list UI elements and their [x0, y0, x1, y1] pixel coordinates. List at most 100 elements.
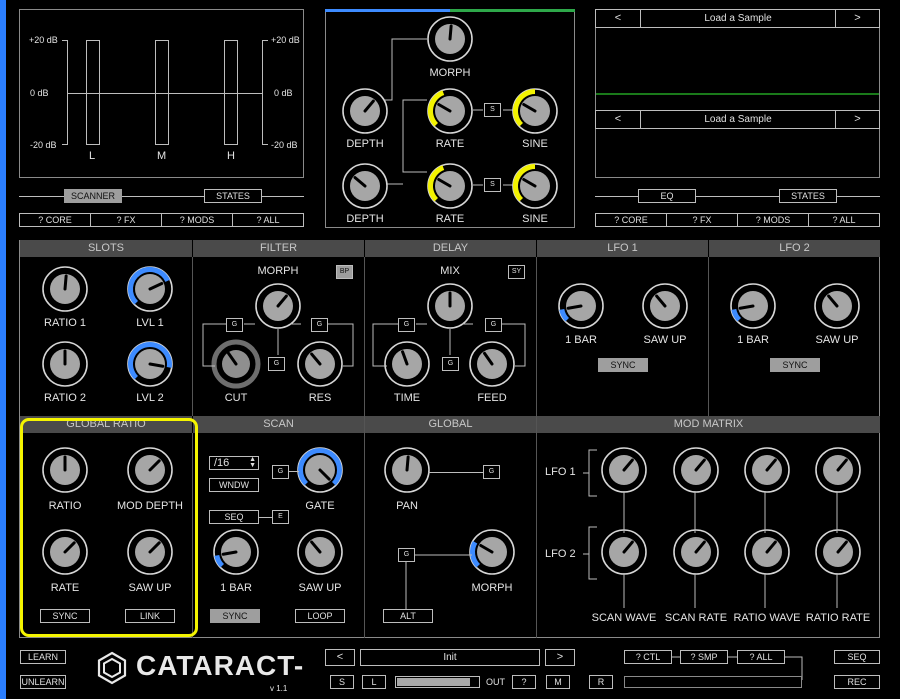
rate1-knob[interactable]: [426, 87, 474, 135]
meter-zero-overlay: [68, 93, 262, 94]
sample1-name[interactable]: Load a Sample: [640, 9, 836, 28]
seq-button[interactable]: SEQ: [834, 650, 880, 664]
scan-division-select[interactable]: /16 ▲ ▼: [209, 456, 259, 470]
sample2-next-button[interactable]: >: [835, 110, 880, 129]
tab-scanner[interactable]: SCANNER: [64, 189, 122, 203]
filter-g-right[interactable]: G: [311, 318, 328, 332]
scan-seq-line: [259, 517, 272, 518]
rate1-label: RATE: [435, 138, 465, 150]
help-core-left[interactable]: ? CORE: [19, 213, 91, 227]
header-slots: SLOTS: [20, 240, 193, 257]
morph-knob[interactable]: [426, 15, 474, 63]
depth2-knob[interactable]: [341, 162, 389, 210]
help-mods-left[interactable]: ? MODS: [161, 213, 233, 227]
sine1-knob[interactable]: [511, 87, 559, 135]
load-button[interactable]: L: [362, 675, 386, 689]
window-accent-bar: [0, 0, 6, 699]
sample2-prev-button[interactable]: <: [595, 110, 641, 129]
help-fx-left[interactable]: ? FX: [90, 213, 162, 227]
sample1-next-button[interactable]: >: [835, 9, 880, 28]
filter-g-left[interactable]: G: [226, 318, 243, 332]
feed-label: FEED: [477, 392, 507, 404]
lvl2-label: LVL 2: [136, 392, 164, 404]
output-slider-fill: [397, 678, 470, 686]
scan-seq-button[interactable]: SEQ: [209, 510, 259, 524]
filter-g-center[interactable]: G: [268, 357, 285, 371]
scan-saw-label: SAW UP: [298, 582, 342, 594]
delay-g-center[interactable]: G: [442, 357, 459, 371]
depth1-knob[interactable]: [341, 87, 389, 135]
save-button[interactable]: S: [330, 675, 354, 689]
db-bot-left: -20 dB: [30, 140, 57, 150]
filter-routing-lines: [202, 323, 354, 367]
global-morph-label: MORPH: [471, 582, 513, 594]
lfo2-bar-label: 1 BAR: [737, 334, 769, 346]
output-slider[interactable]: [395, 676, 480, 688]
sample1-prev-button[interactable]: <: [595, 9, 641, 28]
scan-sync-button[interactable]: SYNC: [210, 609, 260, 623]
header-lfo1: LFO 1: [537, 240, 709, 257]
db-top-right: +20 dB: [271, 35, 300, 45]
db-mid-right: 0 dB: [274, 88, 293, 98]
delay-mix-label: MIX: [440, 265, 460, 277]
mono-button[interactable]: M: [546, 675, 570, 689]
scan-g-toggle[interactable]: G: [272, 465, 289, 479]
help-fx-right[interactable]: ? FX: [666, 213, 738, 227]
lfo2-sync-button[interactable]: SYNC: [770, 358, 820, 372]
preset-name[interactable]: Init: [360, 649, 540, 666]
learn-button[interactable]: LEARN: [20, 650, 66, 664]
stepper-icon: ▲ ▼: [249, 456, 256, 469]
ratio1-label: RATIO 1: [44, 317, 86, 329]
band-label-mid: M: [157, 150, 167, 162]
divider-4: [708, 257, 709, 416]
filter-bp-toggle[interactable]: BP: [336, 265, 353, 279]
out-help-button[interactable]: ?: [512, 675, 536, 689]
rec-button[interactable]: REC: [834, 675, 880, 689]
scan-wndw-button[interactable]: WNDW: [209, 478, 259, 492]
random-button[interactable]: R: [589, 675, 613, 689]
header-global: GLOBAL: [365, 416, 537, 433]
ratio2-label: RATIO 2: [44, 392, 86, 404]
help-all-left[interactable]: ? ALL: [232, 213, 304, 227]
version-label: v 1.1: [270, 684, 288, 693]
tab-eq[interactable]: EQ: [638, 189, 696, 203]
rate2-label: RATE: [435, 213, 465, 225]
global-ratio-highlight: [20, 418, 198, 637]
delay-g-right[interactable]: G: [485, 318, 502, 332]
lfo1-sync-button[interactable]: SYNC: [598, 358, 648, 372]
help-core-right[interactable]: ? CORE: [595, 213, 667, 227]
delay-routing-lines: [372, 323, 526, 367]
morph-label: MORPH: [429, 67, 471, 79]
sample2-name[interactable]: Load a Sample: [640, 110, 836, 129]
band-label-low: L: [89, 150, 96, 162]
gate-label: GATE: [305, 500, 335, 512]
tab-states-left[interactable]: STATES: [204, 189, 262, 203]
scan-e-toggle[interactable]: E: [272, 510, 289, 524]
band-label-high: H: [227, 150, 235, 162]
scan-loop-button[interactable]: LOOP: [295, 609, 345, 623]
delay-g-left[interactable]: G: [398, 318, 415, 332]
tab-states-right[interactable]: STATES: [779, 189, 837, 203]
delay-sy-toggle[interactable]: SY: [508, 265, 525, 279]
brand-name: CATARACT-: [136, 650, 304, 682]
brand-text: CATARACT: [136, 650, 294, 681]
sample1-waveform: [596, 93, 879, 95]
header-lfo2: LFO 2: [709, 240, 880, 257]
help-all-right[interactable]: ? ALL: [808, 213, 880, 227]
header-filter: FILTER: [193, 240, 365, 257]
preset-prev-button[interactable]: <: [325, 649, 355, 666]
unlearn-button[interactable]: UNLEARN: [20, 675, 66, 689]
db-mid-left: 0 dB: [30, 88, 49, 98]
lfo2-saw-label: SAW UP: [815, 334, 859, 346]
sine2-label: SINE: [522, 213, 548, 225]
sync-toggle-1[interactable]: S: [484, 103, 501, 117]
res-label: RES: [308, 392, 332, 404]
time-label: TIME: [393, 392, 421, 404]
filter-morph-label: MORPH: [257, 265, 299, 277]
global-alt-button[interactable]: ALT: [383, 609, 433, 623]
rate2-knob[interactable]: [426, 162, 474, 210]
sine2-knob[interactable]: [511, 162, 559, 210]
help-mods-right[interactable]: ? MODS: [737, 213, 809, 227]
preset-next-button[interactable]: >: [545, 649, 575, 666]
sync-toggle-2[interactable]: S: [484, 178, 501, 192]
